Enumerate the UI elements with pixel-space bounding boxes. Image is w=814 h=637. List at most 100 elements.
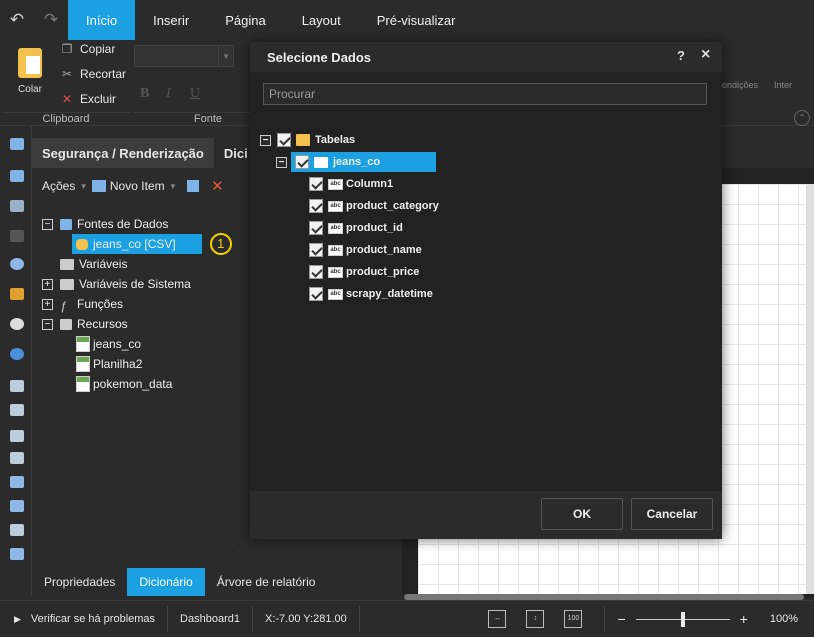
interaction-label[interactable]: Inter bbox=[774, 80, 792, 90]
cross-tab-component-icon[interactable] bbox=[10, 200, 24, 212]
current-page-label[interactable]: Dashboard1 bbox=[180, 613, 240, 625]
string-column-icon: abc bbox=[328, 200, 343, 212]
selected-table-row[interactable]: jeans_co bbox=[291, 152, 436, 172]
checkbox-checked[interactable] bbox=[295, 155, 309, 169]
delete-button[interactable]: ✕ Excluir bbox=[60, 92, 116, 106]
collapse-icon[interactable]: − bbox=[42, 318, 53, 330]
paste-button[interactable]: Colar bbox=[8, 46, 52, 106]
checkbox-checked[interactable] bbox=[309, 221, 323, 235]
list-component-icon[interactable] bbox=[10, 404, 24, 416]
button-component-icon[interactable] bbox=[10, 500, 24, 512]
barcode-component-icon[interactable] bbox=[10, 230, 24, 242]
csv-file-icon bbox=[76, 356, 90, 372]
step-badge: 1 bbox=[209, 233, 232, 255]
column-row[interactable]: abc product_price bbox=[309, 262, 419, 282]
tab-security-rendering[interactable]: Segurança / Renderização bbox=[32, 138, 214, 168]
variable-icon bbox=[60, 258, 74, 270]
chart-component-icon[interactable] bbox=[10, 288, 24, 300]
collapse-icon[interactable]: − bbox=[42, 218, 53, 230]
zoom-slider[interactable] bbox=[635, 611, 730, 627]
zoom-in-icon[interactable]: + bbox=[740, 611, 748, 627]
play-icon[interactable]: ▶ bbox=[14, 614, 21, 625]
italic-icon[interactable]: I bbox=[166, 86, 171, 102]
divider bbox=[167, 606, 169, 632]
tree-node-resource-item[interactable]: pokemon_data bbox=[76, 374, 172, 394]
fit-width-icon[interactable]: ↔ bbox=[488, 610, 507, 628]
table-icon bbox=[314, 156, 328, 168]
tab-report-tree[interactable]: Árvore de relatório bbox=[205, 568, 328, 596]
search-input[interactable] bbox=[263, 83, 707, 105]
tree-node-datasource-item[interactable]: jeans_co [CSV] 1 bbox=[72, 233, 232, 255]
label-component-icon[interactable] bbox=[10, 524, 24, 536]
checkbox-checked[interactable] bbox=[309, 287, 323, 301]
map-component-icon[interactable] bbox=[10, 348, 24, 360]
column-row[interactable]: abc product_category bbox=[309, 196, 439, 216]
tree-node-variables[interactable]: Variáveis bbox=[60, 254, 127, 274]
close-icon[interactable]: × bbox=[701, 46, 710, 64]
tab-pagina[interactable]: Página bbox=[207, 0, 283, 40]
dialog-footer: OK Cancelar bbox=[250, 491, 722, 539]
font-dropdown-chevron-icon[interactable]: ▾ bbox=[218, 45, 234, 67]
tab-properties[interactable]: Propriedades bbox=[32, 568, 127, 596]
column-label: product_category bbox=[346, 200, 439, 212]
checkbox-checked[interactable] bbox=[277, 133, 291, 147]
conditions-label[interactable]: ondições bbox=[722, 80, 758, 90]
zoom-100-icon[interactable]: 100 bbox=[564, 610, 583, 628]
page-component-icon[interactable] bbox=[10, 380, 24, 392]
new-item-menu[interactable]: Novo Item bbox=[110, 179, 165, 193]
tab-dictionary[interactable]: Dicionário bbox=[127, 568, 205, 596]
gauge-component-icon[interactable] bbox=[10, 318, 24, 330]
column-row[interactable]: abc product_id bbox=[309, 218, 403, 238]
ribbon-collapse-icon[interactable]: ⌃ bbox=[794, 110, 810, 126]
tab-inicio[interactable]: Início bbox=[68, 0, 136, 40]
tree-node-functions[interactable]: + ƒ Funções bbox=[42, 294, 123, 314]
tree-node-resources[interactable]: − Recursos bbox=[42, 314, 128, 334]
redo-icon[interactable]: ↷ bbox=[34, 0, 68, 40]
check-issues-button[interactable]: Verificar se há problemas bbox=[31, 613, 155, 625]
expand-icon[interactable]: + bbox=[42, 278, 53, 290]
bold-icon[interactable]: B bbox=[140, 86, 149, 102]
copy-button[interactable]: ❐ Copiar bbox=[60, 42, 116, 56]
ok-button[interactable]: OK bbox=[541, 498, 623, 530]
column-row[interactable]: abc scrapy_datetime bbox=[309, 284, 433, 304]
help-icon[interactable]: ? bbox=[677, 48, 685, 63]
collapse-icon[interactable]: − bbox=[276, 156, 287, 168]
column-row[interactable]: abc Column1 bbox=[309, 174, 393, 194]
collapse-icon[interactable]: − bbox=[260, 134, 271, 146]
checkbox-checked[interactable] bbox=[309, 265, 323, 279]
tab-layout[interactable]: Layout bbox=[284, 0, 359, 40]
tree-node-resource-item[interactable]: Planilha2 bbox=[76, 354, 142, 374]
tree-node-datasources[interactable]: − Fontes de Dados bbox=[42, 214, 168, 234]
datasource-icon bbox=[60, 218, 72, 230]
underline-icon[interactable]: U bbox=[190, 86, 200, 102]
zoom-out-icon[interactable]: − bbox=[617, 611, 625, 627]
cut-button[interactable]: ✂ Recortar bbox=[60, 67, 126, 81]
table-component-icon[interactable] bbox=[10, 170, 24, 182]
expand-icon[interactable]: + bbox=[42, 298, 53, 310]
edit-icon[interactable] bbox=[187, 180, 200, 192]
panel-component-icon[interactable] bbox=[10, 476, 24, 488]
delete-icon[interactable]: ✕ bbox=[211, 177, 224, 195]
fit-height-icon[interactable]: ↕ bbox=[526, 610, 545, 628]
image-component-icon[interactable] bbox=[10, 430, 24, 442]
selected-datasource[interactable]: jeans_co [CSV] bbox=[72, 234, 202, 254]
vertical-scrollbar[interactable] bbox=[806, 184, 814, 594]
tree-node-tables[interactable]: − Tabelas bbox=[260, 130, 355, 150]
cancel-button[interactable]: Cancelar bbox=[631, 498, 713, 530]
tab-inserir[interactable]: Inserir bbox=[135, 0, 207, 40]
checkbox-checked[interactable] bbox=[309, 243, 323, 257]
tree-node-table[interactable]: − jeans_co bbox=[276, 152, 436, 172]
checkbox-checked[interactable] bbox=[309, 199, 323, 213]
undo-icon[interactable]: ↶ bbox=[0, 0, 34, 40]
tab-pre-visualizar[interactable]: Pré-visualizar bbox=[359, 0, 474, 40]
tree-node-system-variables[interactable]: + Variáveis de Sistema bbox=[42, 274, 191, 294]
tree-node-resource-item[interactable]: jeans_co bbox=[76, 334, 141, 354]
rich-text-component-icon[interactable] bbox=[10, 452, 24, 464]
checkbox-checked[interactable] bbox=[309, 177, 323, 191]
shape-component-icon[interactable] bbox=[10, 258, 24, 270]
zoom-slider-thumb[interactable] bbox=[680, 611, 685, 627]
actions-menu[interactable]: Ações bbox=[42, 179, 75, 193]
text-component-icon[interactable] bbox=[10, 138, 24, 150]
column-row[interactable]: abc product_name bbox=[309, 240, 422, 260]
picture-component-icon[interactable] bbox=[10, 548, 24, 560]
